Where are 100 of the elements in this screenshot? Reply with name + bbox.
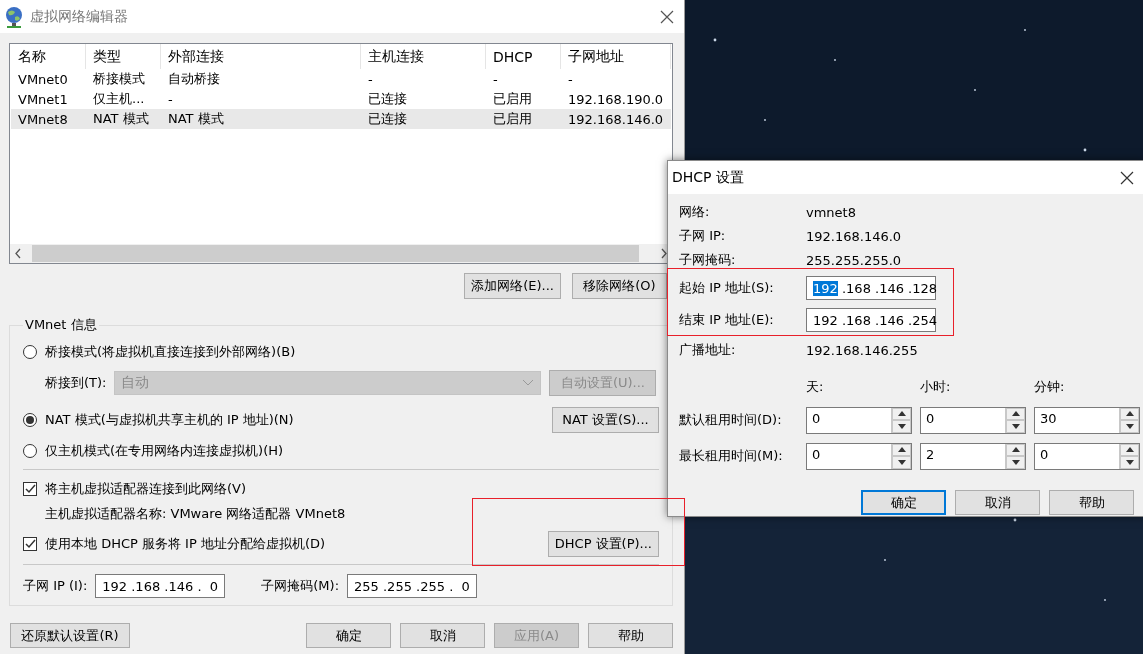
field-label: 最长租用时间(M): [679,447,784,465]
ip-address-field[interactable]: 192 .168 .146 . 0 [95,574,226,598]
ip-address-field[interactable]: 192 .168 .146 .128 [806,276,936,300]
table-cell-text: 仅主机... [92,90,146,108]
spin-box[interactable]: 0 [806,406,912,434]
info-value: 255.255.255.0 [806,251,903,270]
up-arrow-icon [1125,447,1134,453]
radio-button[interactable] [23,345,37,359]
table-row[interactable]: VMnet8 NAT 模式 NAT 模式 已连接 已启用 192.168.146.0 [11,109,671,129]
table-cell-text: NAT 模式 [92,110,150,128]
spin-down-button[interactable] [1120,456,1139,469]
radio-label: 桥接模式(将虚拟机直接连接到外部网络)(B) [45,343,297,361]
button[interactable]: 取消 [400,623,485,648]
table-row[interactable]: VMnet1 仅主机... - 已连接 已启用 192.168.190.0 [11,89,671,109]
radio-button[interactable] [23,444,37,458]
button[interactable]: DHCP 设置(P)... [547,531,659,557]
spin-box[interactable]: 2 [920,442,1026,470]
button[interactable]: 确定 [306,623,391,648]
close-icon[interactable] [660,9,674,24]
down-arrow-icon [1125,423,1134,429]
info-label: 广播地址: [679,341,737,359]
button[interactable]: 移除网络(O) [572,273,667,299]
table-cell-text: VMnet0 [17,71,69,87]
table-cell-text: VMnet8 [17,111,69,127]
spin-up-button[interactable] [892,407,911,420]
table-cell-text: - [167,91,174,107]
button[interactable]: 取消 [955,490,1040,515]
column-header[interactable]: 子网地址 [561,44,671,69]
button[interactable]: NAT 设置(S)... [552,407,659,433]
up-arrow-icon [897,411,906,417]
spin-up-button[interactable] [1006,407,1025,420]
column-header[interactable]: DHCP [486,44,561,69]
close-icon[interactable] [1120,170,1134,185]
button[interactable]: 确定 [861,490,946,515]
column-header[interactable]: 名称 [11,44,86,69]
down-arrow-icon [1011,459,1020,465]
button[interactable]: 帮助 [588,623,673,648]
table-cell-text: 已连接 [367,90,408,108]
column-label: 天: [806,378,825,396]
down-arrow-icon [1011,423,1020,429]
spin-up-button[interactable] [1120,443,1139,456]
spin-down-button[interactable] [1006,456,1025,469]
spin-down-button[interactable] [1006,420,1025,433]
down-arrow-icon [897,459,906,465]
button[interactable]: 添加网络(E)... [464,273,561,299]
info-label: 网络: [679,203,711,221]
spin-down-button[interactable] [892,420,911,433]
table-cell-text: NAT 模式 [167,110,225,128]
checkbox-label: 使用本地 DHCP 服务将 IP 地址分配给虚拟机(D) [45,535,327,553]
spin-up-button[interactable] [892,443,911,456]
field-label: 结束 IP 地址(E): [679,311,775,329]
column-header[interactable]: 类型 [86,44,161,69]
up-arrow-icon [1011,447,1020,453]
field-label: 默认租用时间(D): [679,411,783,429]
table-cell-text: 已连接 [367,110,408,128]
up-arrow-icon [897,447,906,453]
table-cell-text: VMnet1 [17,91,69,107]
info-label: 子网掩码: [679,251,737,269]
down-arrow-icon [1125,459,1134,465]
table-row[interactable]: VMnet0 桥接模式 自动桥接 - - - [11,69,671,89]
checkbox[interactable] [23,537,37,551]
spin-down-button[interactable] [1120,420,1139,433]
spin-up-button[interactable] [1120,407,1139,420]
radio-label: NAT 模式(与虚拟机共享主机的 IP 地址)(N) [45,411,295,429]
table-cell-text: - [367,71,374,87]
info-label: 子网 IP: [679,227,727,245]
button[interactable]: 还原默认设置(R) [10,623,130,648]
spin-up-button[interactable] [1006,443,1025,456]
field-label: 子网 IP (I): [23,577,88,595]
ip-address-field[interactable]: 255 .255 .255 . 0 [347,574,478,598]
checkbox-label: 将主机虚拟适配器连接到此网络(V) [45,480,248,498]
checkbox[interactable] [23,482,37,496]
field-label: 桥接到(T): [45,374,107,392]
table-cell-text: - [492,71,499,87]
column-header[interactable]: 主机连接 [361,44,486,69]
spin-box[interactable]: 30 [1034,406,1140,434]
chevron-down-icon [522,379,535,387]
globe-icon [4,5,24,28]
group-title: VMnet 信息 [24,316,98,334]
field-label: 起始 IP 地址(S): [679,279,775,297]
button[interactable]: 帮助 [1049,490,1134,515]
field-label: 子网掩码(M): [261,577,340,595]
window-title: DHCP 设置 [672,168,745,187]
spin-box[interactable]: 0 [806,442,912,470]
table-cell-text: 已启用 [492,90,533,108]
column-header[interactable]: 外部连接 [161,44,361,69]
up-arrow-icon [1125,411,1134,417]
radio-button[interactable] [23,413,37,427]
info-value: 192.168.146.255 [806,341,919,360]
ip-address-field[interactable]: 192 .168 .146 .254 [806,308,936,332]
spin-box[interactable]: 0 [1034,442,1140,470]
window-title: 虚拟网络编辑器 [30,7,129,26]
info-value: vmnet8 [806,203,857,222]
adapter-name-text: 主机虚拟适配器名称: VMware 网络适配器 VMnet8 [45,505,346,523]
column-label: 分钟: [1034,378,1066,396]
table-cell-text: 已启用 [492,110,533,128]
table-cell-text: 自动桥接 [167,70,221,88]
spin-down-button[interactable] [892,456,911,469]
radio-label: 仅主机模式(在专用网络内连接虚拟机)(H) [45,442,285,460]
spin-box[interactable]: 0 [920,406,1026,434]
